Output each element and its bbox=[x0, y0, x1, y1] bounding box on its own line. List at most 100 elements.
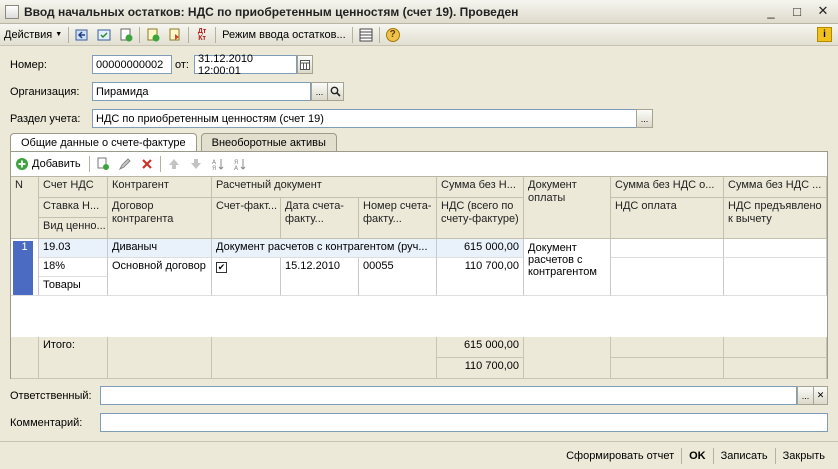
col-invoice-number[interactable]: Номер счета-факту... bbox=[359, 198, 437, 239]
separator bbox=[139, 26, 141, 43]
tab-panel: Добавить AЯ ЯA N Счет НДС Контрагент Рас bbox=[10, 151, 828, 379]
cell-sum-no-vat-2[interactable] bbox=[724, 239, 827, 258]
footer-total-label: Итого: bbox=[39, 337, 108, 379]
cell-vat-deduct[interactable] bbox=[724, 258, 827, 296]
cell-vat-rate[interactable]: 18% bbox=[39, 258, 108, 277]
tab-fixed-assets[interactable]: Внеоборотные активы bbox=[200, 133, 337, 151]
row-number[interactable]: 1 bbox=[11, 239, 39, 296]
dropdown-arrow-icon: ▼ bbox=[55, 31, 63, 38]
organization-field[interactable]: Пирамида bbox=[92, 82, 311, 101]
copy-icon[interactable] bbox=[117, 26, 135, 44]
col-sum-no-vat[interactable]: Сумма без Н... bbox=[437, 177, 524, 198]
sort-ascending-icon[interactable]: AЯ bbox=[209, 155, 227, 173]
footer-cell bbox=[724, 358, 827, 379]
cell-counterparty[interactable]: Диваныч bbox=[108, 239, 212, 258]
col-invoice-date[interactable]: Дата счета-факту... bbox=[281, 198, 359, 239]
footer-sum-total: 615 000,00 bbox=[437, 337, 524, 358]
cell-vat-total[interactable]: 110 700,00 bbox=[437, 258, 524, 296]
data-grid: N Счет НДС Контрагент Расчетный документ… bbox=[11, 176, 827, 379]
input-mode-label: Режим ввода остатков... bbox=[222, 28, 346, 41]
number-label: Номер: bbox=[10, 59, 47, 71]
responsible-field[interactable] bbox=[100, 386, 797, 405]
based-on-icon[interactable] bbox=[144, 26, 162, 44]
post-icon[interactable] bbox=[95, 26, 113, 44]
cell-invoice-date[interactable]: 15.12.2010 bbox=[281, 258, 359, 296]
col-vat-total[interactable]: НДС (всего по счету-фактуре) bbox=[437, 198, 524, 239]
cell-settlement-doc[interactable]: Документ расчетов с контрагентом (руч... bbox=[212, 239, 437, 258]
number-field[interactable]: 00000000002 bbox=[92, 55, 172, 74]
footer-cell bbox=[11, 337, 39, 379]
close-button[interactable]: Закрыть bbox=[776, 446, 832, 466]
col-value-type[interactable]: Вид ценно... bbox=[39, 218, 108, 239]
svg-text:A: A bbox=[234, 165, 239, 171]
col-sum-no-vat-2[interactable]: Сумма без НДС ... bbox=[724, 177, 827, 198]
add-row-button[interactable]: Добавить bbox=[15, 157, 81, 171]
document-icon bbox=[5, 4, 19, 19]
dt-kt-icon[interactable]: Дт Кт bbox=[193, 26, 211, 44]
report-button[interactable]: Сформировать отчет bbox=[559, 446, 681, 466]
comment-field[interactable] bbox=[100, 413, 828, 432]
info-icon[interactable]: i bbox=[817, 27, 832, 42]
search-icon[interactable] bbox=[327, 82, 344, 101]
structure-icon[interactable] bbox=[357, 26, 375, 44]
move-up-icon[interactable] bbox=[165, 155, 183, 173]
copy-row-icon[interactable] bbox=[94, 155, 112, 173]
footer-cell bbox=[611, 337, 724, 358]
footer-cell bbox=[611, 358, 724, 379]
col-vat-deduct[interactable]: НДС предъявлено к вычету bbox=[724, 198, 827, 239]
footer-cell bbox=[212, 337, 437, 379]
actions-menu[interactable]: Действия ▼ bbox=[0, 25, 66, 45]
col-settlement-doc[interactable]: Расчетный документ bbox=[212, 177, 437, 198]
add-label: Добавить bbox=[32, 158, 81, 170]
cell-sum-no-vat-paid[interactable] bbox=[611, 239, 724, 258]
actions-label: Действия bbox=[4, 28, 53, 41]
input-mode-button[interactable]: Режим ввода остатков... bbox=[218, 25, 350, 45]
col-sum-no-vat-paid[interactable]: Сумма без НДС о... bbox=[611, 177, 724, 198]
edit-icon[interactable] bbox=[116, 155, 134, 173]
organization-select-button[interactable]: ... bbox=[311, 82, 328, 101]
close-window-button[interactable]: ✕ bbox=[814, 3, 832, 19]
col-vat-paid[interactable]: НДС оплата bbox=[611, 198, 724, 239]
cell-contract[interactable]: Основной договор bbox=[108, 258, 212, 296]
col-n[interactable]: N bbox=[11, 177, 39, 239]
hierarchy-icon[interactable] bbox=[166, 26, 184, 44]
cell-vat-paid[interactable] bbox=[611, 258, 724, 296]
responsible-select-button[interactable]: ... bbox=[797, 386, 814, 405]
cell-sum-no-vat[interactable]: 615 000,00 bbox=[437, 239, 524, 258]
move-down-icon[interactable] bbox=[187, 155, 205, 173]
maximize-button[interactable]: □ bbox=[788, 3, 806, 19]
minimize-button[interactable]: _ bbox=[762, 3, 780, 19]
col-vat-rate[interactable]: Ставка Н... bbox=[39, 198, 108, 218]
separator bbox=[188, 26, 190, 43]
add-icon bbox=[16, 158, 28, 170]
col-counterparty[interactable]: Контрагент bbox=[108, 177, 212, 198]
cell-payment-doc[interactable]: Документ расчетов с контрагентом bbox=[524, 239, 611, 296]
calendar-icon[interactable] bbox=[297, 55, 313, 74]
col-contract[interactable]: Договор контрагента bbox=[108, 198, 212, 239]
col-payment-doc[interactable]: Документ оплаты bbox=[524, 177, 611, 239]
section-select-button[interactable]: ... bbox=[636, 109, 653, 128]
from-label: от: bbox=[175, 59, 189, 71]
ok-button[interactable]: OK bbox=[682, 446, 713, 466]
delete-icon[interactable] bbox=[138, 155, 156, 173]
col-account[interactable]: Счет НДС bbox=[39, 177, 108, 198]
tab-invoice-general[interactable]: Общие данные о счете-фактуре bbox=[10, 133, 197, 152]
post-and-close-icon[interactable] bbox=[73, 26, 91, 44]
cell-value-type[interactable]: Товары bbox=[39, 277, 108, 296]
col-invoice[interactable]: Счет-факт... bbox=[212, 198, 281, 239]
title-bar: Ввод начальных остатков: НДС по приобрет… bbox=[0, 0, 838, 24]
sort-descending-icon[interactable]: ЯA bbox=[231, 155, 249, 173]
help-icon[interactable]: ? bbox=[384, 26, 402, 44]
cell-invoice[interactable]: ✔ bbox=[212, 258, 281, 296]
separator bbox=[88, 156, 90, 172]
footer-cell bbox=[524, 337, 611, 379]
comment-label: Комментарий: bbox=[10, 417, 83, 429]
main-toolbar: Действия ▼ Дт Кт Режим ввода остатков...… bbox=[0, 24, 838, 46]
invoice-checkbox[interactable]: ✔ bbox=[216, 262, 227, 273]
cell-account[interactable]: 19.03 bbox=[39, 239, 108, 258]
save-button[interactable]: Записать bbox=[714, 446, 775, 466]
cell-invoice-number[interactable]: 00055 bbox=[359, 258, 437, 296]
date-field[interactable]: 31.12.2010 12:00:01 bbox=[194, 53, 297, 77]
clear-icon[interactable]: ✕ bbox=[813, 386, 828, 405]
section-field[interactable]: НДС по приобретенным ценностям (счет 19) bbox=[92, 109, 637, 128]
